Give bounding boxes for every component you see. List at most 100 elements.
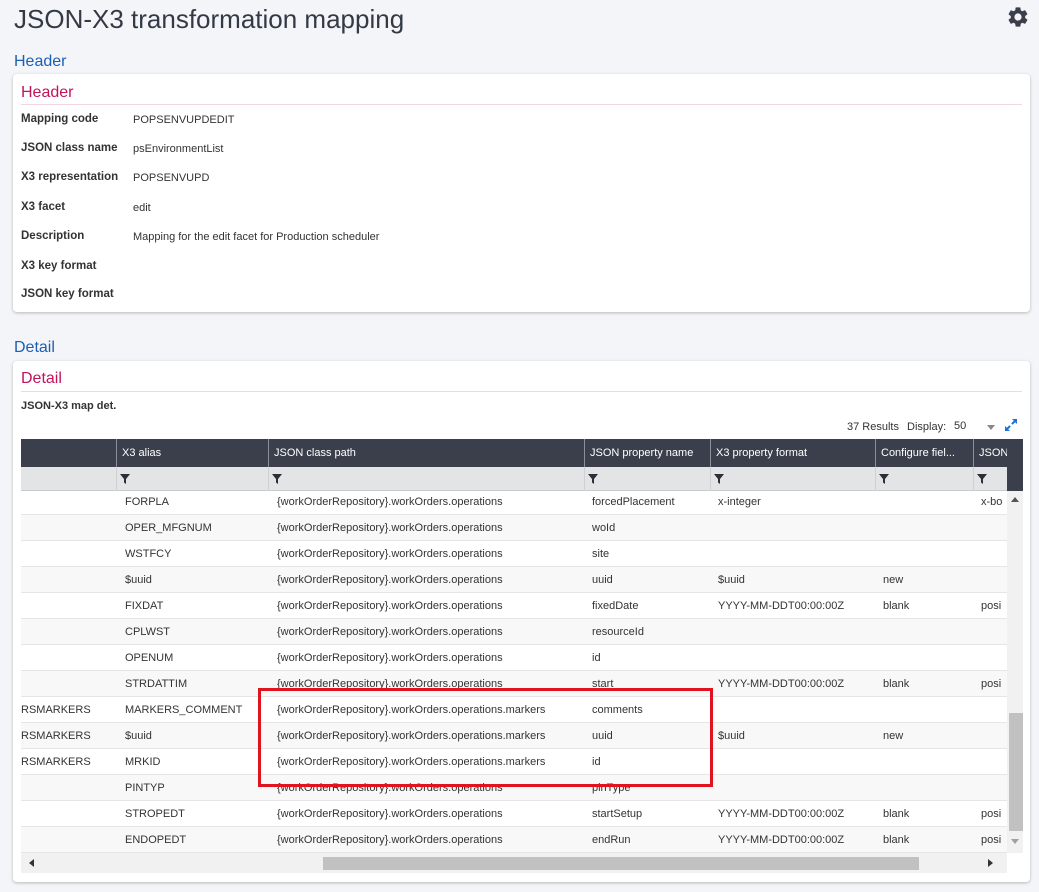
cell-json (981, 541, 1007, 567)
cell-x3-property-format (718, 541, 875, 567)
cell-collection (21, 541, 116, 567)
cell-configure-field (883, 541, 973, 567)
table-row[interactable]: FIXDAT {workOrderRepository}.workOrders.o… (21, 593, 1007, 619)
vertical-scroll-thumb[interactable] (1009, 713, 1023, 831)
mapping-detail-grid: X3 alias JSON class path JSON property n… (21, 439, 1023, 875)
cell-x3-alias: STROPEDT (125, 808, 185, 820)
table-row[interactable]: ENDOPEDT {workOrderRepository}.workOrders… (21, 827, 1007, 853)
cell-json-property-name: resourceId (592, 626, 644, 638)
column-header-x3-property-format[interactable]: X3 property format (710, 439, 875, 467)
x3-representation-value: POPSENVUPD (133, 172, 210, 184)
filter-json-class-path[interactable] (268, 467, 584, 491)
cell-json-class-path: {workOrderRepository}.workOrders.operati… (277, 574, 503, 586)
scroll-right-arrow-icon[interactable] (988, 859, 993, 867)
cell-collection (21, 801, 116, 827)
filter-x3-alias[interactable] (116, 467, 268, 491)
horizontal-scrollbar[interactable] (21, 853, 1007, 873)
table-row[interactable]: OPENUM {workOrderRepository}.workOrders.o… (21, 645, 1007, 671)
display-count-value: 50 (954, 420, 967, 432)
filter-configure-field[interactable] (875, 467, 973, 491)
cell-configure-field (883, 749, 973, 775)
column-header-collection[interactable] (21, 439, 116, 467)
column-header-json[interactable]: JSON (973, 439, 1007, 467)
cell-json-property-name: site (592, 548, 610, 560)
cell-json-class-path: {workOrderRepository}.workOrders.operati… (277, 548, 503, 560)
cell-json (981, 645, 1007, 671)
scroll-up-arrow-icon[interactable] (1011, 497, 1019, 502)
description-value: Mapping for the edit facet for Productio… (133, 231, 380, 243)
cell-configure-field (883, 775, 973, 801)
cell-x3-property-format (718, 697, 875, 723)
cell-json: posi (981, 600, 1002, 612)
mapping-code-value: POPSENVUPDEDIT (133, 114, 235, 126)
description-label: Description (21, 230, 85, 242)
scroll-left-arrow-icon[interactable] (29, 859, 34, 867)
json-key-format-label: JSON key format (21, 288, 114, 300)
x3-representation-label: X3 representation (21, 171, 119, 183)
cell-json-property-name: fixedDate (592, 600, 639, 612)
table-row[interactable]: FORPLA {workOrderRepository}.workOrders.o… (21, 491, 1007, 515)
cell-json-property-name: forcedPlacement (592, 496, 675, 508)
table-row[interactable]: STROPEDT {workOrderRepository}.workOrders… (21, 801, 1007, 827)
cell-json (981, 515, 1007, 541)
page-title: JSON-X3 transformation mapping (14, 4, 405, 34)
cell-x3-property-format: $uuid (718, 574, 745, 586)
table-row[interactable]: WSTFCY {workOrderRepository}.workOrders.o… (21, 541, 1007, 567)
cell-x3-property-format: YYYY-MM-DDT00:00:00Z (718, 808, 845, 820)
cell-json (981, 619, 1007, 645)
column-header-configure-field[interactable]: Configure fiel... (875, 439, 973, 467)
json-class-name-label: JSON class name (21, 142, 118, 154)
cell-collection (21, 593, 116, 619)
grid-caption: JSON-X3 map det. (21, 400, 117, 412)
gear-icon[interactable] (1006, 5, 1030, 29)
cell-x3-property-format (718, 749, 875, 775)
detail-section-link[interactable]: Detail (14, 339, 55, 357)
cell-configure-field (883, 697, 973, 723)
cell-json-property-name: woId (592, 522, 616, 534)
header-section-link[interactable]: Header (14, 53, 66, 71)
cell-json-property-name: startSetup (592, 808, 643, 820)
cell-x3-property-format (718, 515, 875, 541)
expand-icon[interactable] (1003, 417, 1019, 433)
cell-x3-property-format: YYYY-MM-DDT00:00:00Z (718, 678, 845, 690)
cell-x3-property-format (718, 645, 875, 671)
filter-icon (879, 474, 889, 484)
column-header-json-class-path[interactable]: JSON class path (268, 439, 584, 467)
display-label: Display: (907, 421, 947, 433)
chevron-down-icon (987, 425, 995, 430)
header-card: Header Mapping code POPSENVUPDEDIT JSON … (13, 74, 1030, 312)
cell-configure-field: blank (883, 600, 910, 612)
column-header-json-property-name[interactable]: JSON property name (584, 439, 710, 467)
filter-json[interactable] (973, 467, 1007, 491)
cell-configure-field (883, 619, 973, 645)
detail-card: Detail JSON-X3 map det. 37 Results Displ… (13, 361, 1030, 882)
cell-x3-alias: OPER_MFGNUM (125, 522, 212, 534)
detail-card-divider (21, 391, 1022, 392)
table-row[interactable]: OPER_MFGNUM {workOrderRepository}.workOrd… (21, 515, 1007, 541)
column-header-x3-alias[interactable]: X3 alias (116, 439, 268, 467)
display-count-select[interactable]: 50 (949, 417, 995, 435)
scroll-down-arrow-icon[interactable] (1011, 839, 1019, 844)
filter-json-property-name[interactable] (584, 467, 710, 491)
cell-configure-field: blank (883, 678, 910, 690)
x3-facet-value: edit (133, 202, 151, 214)
horizontal-scroll-thumb[interactable] (323, 857, 919, 870)
table-row[interactable]: CPLWST {workOrderRepository}.workOrders.o… (21, 619, 1007, 645)
filter-icon (714, 474, 724, 484)
cell-x3-alias: $uuid (125, 574, 152, 586)
vertical-scrollbar[interactable] (1007, 439, 1023, 853)
highlight-annotation-box (258, 688, 713, 787)
cell-configure-field: blank (883, 808, 910, 820)
cell-json (981, 749, 1007, 775)
cell-configure-field: new (883, 730, 904, 742)
cell-json: x-bo (981, 496, 1003, 508)
cell-json: posi (981, 808, 1002, 820)
cell-collection (21, 567, 116, 593)
cell-x3-property-format (718, 619, 875, 645)
cell-x3-property-format: $uuid (718, 730, 745, 742)
filter-x3-property-format[interactable] (710, 467, 875, 491)
cell-x3-alias: FIXDAT (125, 600, 164, 612)
table-row[interactable]: $uuid {workOrderRepository}.workOrders.op… (21, 567, 1007, 593)
cell-json-class-path: {workOrderRepository}.workOrders.operati… (277, 600, 503, 612)
cell-json (981, 775, 1007, 801)
